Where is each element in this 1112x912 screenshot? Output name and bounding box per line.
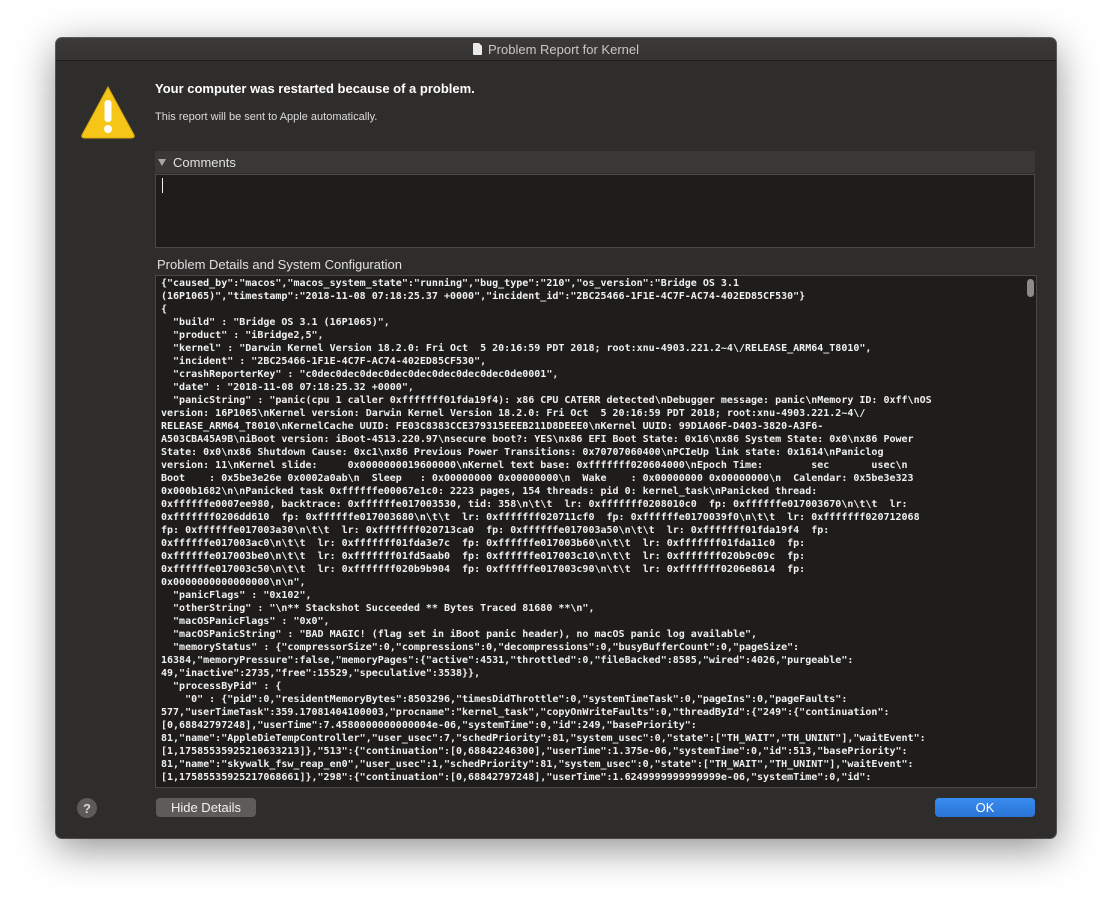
details-text: {"caused_by":"macos","macos_system_state… <box>161 278 932 783</box>
vertical-scrollbar[interactable] <box>1027 279 1034 297</box>
document-icon <box>472 43 482 55</box>
warning-triangle-icon <box>81 85 135 139</box>
title-bar: Problem Report for Kernel <box>56 38 1056 61</box>
text-caret <box>162 178 163 193</box>
details-label: Problem Details and System Configuration <box>157 257 402 272</box>
subline: This report will be sent to Apple automa… <box>155 111 378 123</box>
comments-label: Comments <box>173 154 236 170</box>
disclosure-triangle-icon[interactable] <box>158 158 166 166</box>
comments-disclosure[interactable]: Comments <box>155 151 1035 173</box>
help-button[interactable]: ? <box>77 798 97 818</box>
details-text-view[interactable]: {"caused_by":"macos","macos_system_state… <box>155 275 1037 788</box>
hide-details-button[interactable]: Hide Details <box>156 798 256 817</box>
comments-textarea[interactable] <box>155 174 1035 248</box>
window-title: Problem Report for Kernel <box>487 41 639 57</box>
problem-report-window: Problem Report for Kernel Your computer … <box>56 38 1056 838</box>
ok-button[interactable]: OK <box>935 798 1035 817</box>
headline: Your computer was restarted because of a… <box>155 81 475 96</box>
